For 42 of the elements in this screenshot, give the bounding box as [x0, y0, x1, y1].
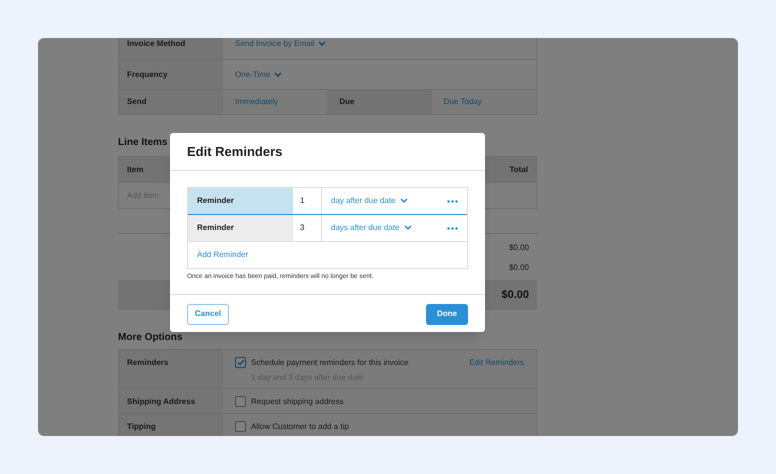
- reminder-number[interactable]: 3: [293, 215, 322, 241]
- timing-dropdown[interactable]: day after due date: [331, 195, 408, 207]
- add-reminder-link[interactable]: Add Reminder: [197, 249, 248, 261]
- checkbox[interactable]: [235, 357, 246, 368]
- chevron-down-icon: [404, 225, 412, 231]
- column-header: Item: [127, 164, 144, 176]
- timing-dropdown[interactable]: days after due date: [331, 222, 412, 234]
- chevron-down-icon: [400, 198, 408, 204]
- checkbox[interactable]: [235, 396, 246, 407]
- reminder-row[interactable]: Reminder 3 days after due date: [188, 215, 467, 242]
- option-text: Allow Customer to add a tip: [251, 421, 350, 433]
- more-icon[interactable]: [447, 226, 458, 230]
- setting-label: Frequency: [119, 60, 223, 89]
- setting-label: Invoice Method: [119, 38, 223, 59]
- option-label: Reminders: [119, 350, 223, 388]
- section-title: More Options: [118, 331, 184, 345]
- checkbox[interactable]: [235, 421, 246, 432]
- dropdown-link[interactable]: One-Time: [223, 60, 536, 89]
- option-label: Tipping: [119, 414, 223, 436]
- total-amount: $0.00: [501, 288, 529, 303]
- setting-label: Send: [119, 90, 223, 114]
- option-text: Request shipping address: [251, 396, 345, 408]
- done-button[interactable]: Done: [426, 304, 468, 325]
- link[interactable]: Due Today: [444, 96, 482, 108]
- reminder-label: Reminder: [188, 215, 293, 241]
- reminder-number[interactable]: 1: [293, 188, 322, 214]
- column-header: Total: [509, 164, 528, 176]
- more-icon[interactable]: [447, 200, 458, 202]
- subtotal-amount: $0.00: [508, 262, 529, 274]
- dropdown-link[interactable]: Send Invoice by Email: [223, 38, 536, 59]
- edit-reminders-link[interactable]: Edit Reminders: [469, 357, 524, 388]
- chevron-down-icon: [318, 41, 326, 47]
- subtotal-amount: $0.00: [508, 242, 529, 254]
- option-text: Schedule payment reminders for this invoice: [251, 357, 410, 369]
- reminder-label: Reminder: [188, 188, 293, 214]
- due-label: Due: [327, 90, 432, 114]
- chevron-down-icon: [274, 72, 282, 78]
- reminder-row[interactable]: Reminder 1 day after due date: [188, 188, 467, 215]
- section-title: Line Items: [118, 136, 168, 150]
- dialog-title: Edit Reminders: [187, 142, 282, 161]
- option-label: Shipping Address: [119, 389, 223, 413]
- cancel-button[interactable]: Cancel: [187, 304, 229, 325]
